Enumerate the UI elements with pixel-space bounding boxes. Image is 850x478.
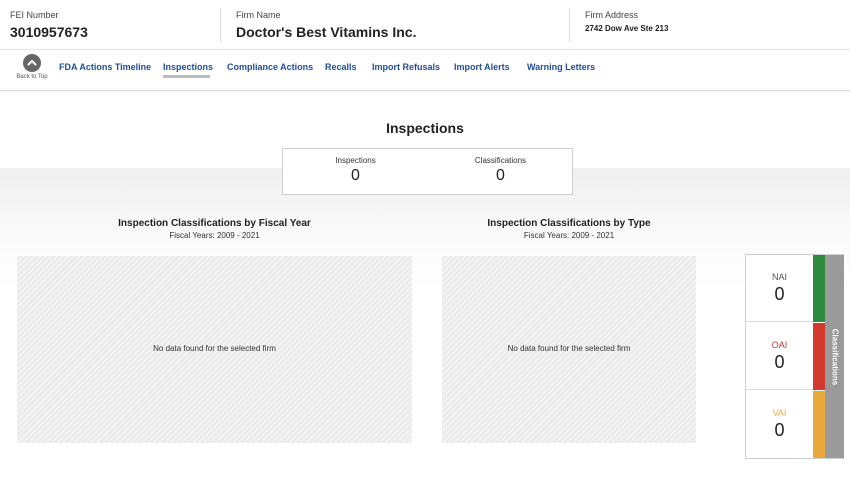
firm-address-label: Firm Address	[585, 10, 639, 20]
header-divider	[569, 8, 570, 42]
classification-vai: VAI 0	[746, 391, 813, 458]
classifications-count-value: 0	[496, 167, 505, 184]
chart-by-year-area: No data found for the selected firm	[17, 256, 412, 443]
chart-by-year-title: Inspection Classifications by Fiscal Yea…	[118, 218, 311, 229]
fei-label: FEI Number	[10, 10, 59, 20]
classification-nai-label: NAI	[771, 272, 787, 282]
classifications-tab[interactable]: Classifications	[825, 255, 844, 458]
nav-import-refusals[interactable]: Import Refusals	[372, 62, 440, 72]
header-divider	[220, 8, 221, 42]
classifications-count-label: Classifications	[474, 156, 527, 165]
classification-oai-value: 0	[774, 352, 785, 372]
classification-vai-value: 0	[774, 420, 785, 440]
classifications-count: Classifications 0	[428, 156, 573, 185]
chevron-up-icon	[23, 54, 41, 72]
chart-by-year-empty-message: No data found for the selected firm	[153, 344, 276, 353]
inspection-summary-card: Inspections 0 Classifications 0	[282, 148, 573, 195]
classification-nai-value: 0	[774, 284, 785, 304]
nav-inspections[interactable]: Inspections	[163, 62, 213, 72]
firm-header: FEI Number 3010957673 Firm Name Doctor's…	[0, 0, 850, 50]
classifications-tab-label: Classifications	[830, 328, 839, 385]
chart-by-type-title: Inspection Classifications by Type	[487, 218, 651, 229]
fei-value: 3010957673	[10, 24, 88, 40]
classification-oai-label: OAI	[771, 340, 788, 350]
classification-nai: NAI 0	[746, 255, 813, 322]
fei-block: FEI Number 3010957673	[10, 10, 88, 40]
nav-compliance-actions[interactable]: Compliance Actions	[227, 62, 313, 72]
chart-by-year-header: Inspection Classifications by Fiscal Yea…	[17, 218, 412, 240]
nai-color-bar	[813, 255, 825, 322]
inspections-count-value: 0	[351, 167, 360, 184]
inspections-count-label: Inspections	[335, 156, 376, 165]
firm-address-block: Firm Address 2742 Dow Ave Ste 213	[585, 10, 668, 33]
chart-by-type-empty-message: No data found for the selected firm	[507, 344, 631, 353]
firm-name-value: Doctor's Best Vitamins Inc.	[236, 24, 417, 40]
section-title: Inspections	[386, 120, 464, 136]
nav-import-alerts[interactable]: Import Alerts	[454, 62, 510, 72]
classification-vai-label: VAI	[772, 408, 787, 418]
classifications-panel: NAI 0 OAI 0 VAI 0 Classifications	[745, 254, 844, 459]
back-to-top-label: Back to Top	[16, 74, 48, 80]
chart-by-year-subtitle: Fiscal Years: 2009 - 2021	[169, 231, 260, 240]
firm-name-block: Firm Name Doctor's Best Vitamins Inc.	[236, 10, 416, 40]
nav-fda-actions-timeline[interactable]: FDA Actions Timeline	[59, 62, 151, 72]
inspections-count: Inspections 0	[283, 156, 428, 185]
chart-by-type-subtitle: Fiscal Years: 2009 - 2021	[523, 231, 615, 240]
active-tab-indicator	[163, 75, 210, 78]
chart-by-type-area: No data found for the selected firm	[442, 256, 696, 443]
firm-address-value: 2742 Dow Ave Ste 213	[585, 24, 669, 33]
back-to-top-button[interactable]: Back to Top	[14, 54, 50, 80]
chart-by-type-header: Inspection Classifications by Type Fisca…	[442, 218, 696, 240]
section-nav: Back to Top FDA Actions Timeline Inspect…	[0, 51, 850, 91]
classification-oai: OAI 0	[746, 323, 813, 390]
nav-warning-letters[interactable]: Warning Letters	[527, 62, 595, 72]
nav-recalls[interactable]: Recalls	[325, 62, 357, 72]
vai-color-bar	[813, 391, 825, 458]
firm-name-label: Firm Name	[236, 10, 281, 20]
oai-color-bar	[813, 323, 825, 390]
